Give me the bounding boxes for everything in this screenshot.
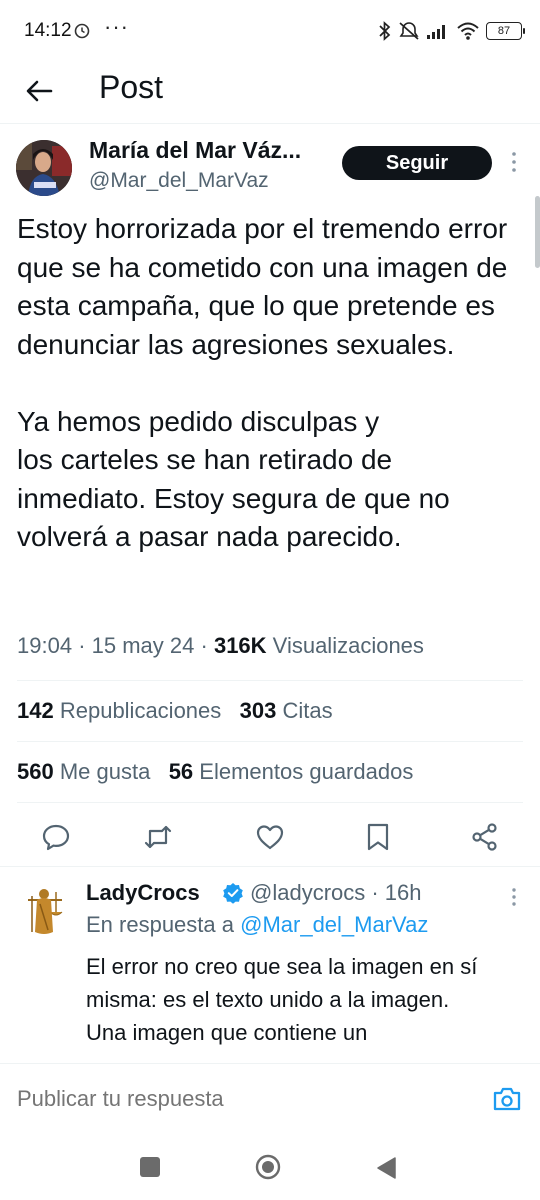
- views-label: Visualizaciones: [272, 633, 424, 658]
- post-text: Estoy horrorizada por el tremendo error …: [17, 213, 508, 552]
- camera-icon[interactable]: [492, 1086, 522, 1112]
- reposts-stat[interactable]: 142 Republicaciones: [17, 698, 221, 723]
- meta-separator: ·: [200, 633, 214, 658]
- meta-divider: [17, 680, 523, 681]
- reply-more-options-icon[interactable]: [508, 886, 520, 908]
- repost-icon[interactable]: [143, 822, 173, 852]
- bookmarks-label: Elementos guardados: [199, 759, 414, 784]
- more-options-icon[interactable]: [508, 150, 520, 174]
- post-actions: [0, 810, 540, 862]
- quotes-stat[interactable]: 303 Citas: [240, 698, 333, 723]
- reply-input[interactable]: [17, 1086, 457, 1112]
- stats-likes-bookmarks: 560 Me gusta 56 Elementos guardados: [17, 759, 413, 785]
- bookmarks-count: 56: [168, 759, 194, 784]
- share-icon[interactable]: [470, 822, 500, 852]
- quotes-count: 303: [239, 698, 277, 723]
- reply-context: En respuesta a @Mar_del_MarVaz: [86, 912, 428, 938]
- top-bar: Post: [0, 60, 540, 122]
- scroll-indicator[interactable]: [535, 196, 540, 268]
- status-icons: 87: [378, 18, 525, 44]
- home-button[interactable]: [255, 1154, 281, 1180]
- follow-button[interactable]: Seguir: [342, 146, 492, 180]
- bookmark-icon[interactable]: [363, 822, 393, 852]
- verified-badge-icon: [223, 883, 243, 904]
- author-name[interactable]: María del Mar Váz...: [89, 137, 301, 164]
- reply-author-handle[interactable]: @ladycrocs · 16h: [250, 880, 422, 906]
- reply-target-link[interactable]: @Mar_del_MarVaz: [240, 912, 428, 937]
- likes-count: 560: [17, 759, 54, 784]
- post-date: 15 may 24: [91, 633, 195, 658]
- bluetooth-icon: [379, 21, 391, 41]
- reply-author-name[interactable]: LadyCrocs: [86, 880, 200, 906]
- like-icon[interactable]: [255, 822, 285, 852]
- back-button[interactable]: [20, 72, 58, 110]
- reposts-label: Republicaciones: [59, 698, 222, 723]
- system-back-button[interactable]: [375, 1156, 397, 1180]
- post-author: María del Mar Váz... @Mar_del_MarVaz Seg…: [0, 132, 540, 202]
- header-divider: [0, 123, 540, 124]
- avatar[interactable]: [16, 140, 72, 196]
- likes-label: Me gusta: [59, 759, 151, 784]
- bookmarks-stat[interactable]: 56 Elementos guardados: [169, 759, 414, 784]
- views-count: 316K: [213, 633, 267, 658]
- battery-icon: 87: [486, 22, 525, 40]
- system-nav-bar: [0, 1136, 540, 1200]
- likes-stat[interactable]: 560 Me gusta: [17, 759, 150, 784]
- author-handle[interactable]: @Mar_del_MarVaz: [89, 169, 269, 193]
- avatar-image: [16, 140, 72, 196]
- recents-button[interactable]: [140, 1157, 160, 1177]
- post-meta: 19:04 · 15 may 24 · 316K Visualizaciones: [17, 633, 424, 659]
- actions-divider: [0, 866, 540, 867]
- quotes-label: Citas: [282, 698, 333, 723]
- lady-justice-avatar[interactable]: [20, 882, 70, 938]
- notification-dots: ···: [104, 14, 129, 39]
- meta-separator: ·: [78, 633, 92, 658]
- alarm-icon: [74, 23, 90, 39]
- status-bar: 14:12 ··· 87: [0, 0, 540, 60]
- reply-icon[interactable]: [41, 822, 71, 852]
- reply-prefix: En respuesta a: [86, 912, 241, 937]
- stats-divider: [17, 741, 523, 742]
- status-time: 14:12: [24, 20, 72, 41]
- wifi-icon: [457, 22, 479, 40]
- signal-icon: [427, 25, 445, 39]
- stats-reposts-quotes: 142 Republicaciones 303 Citas: [17, 698, 333, 724]
- mute-icon: [399, 22, 419, 40]
- post-time: 19:04: [17, 633, 73, 658]
- page-title: Post: [99, 69, 164, 105]
- reply-item[interactable]: LadyCrocs @ladycrocs · 16h En respuesta …: [0, 870, 540, 1060]
- stats-divider-2: [17, 802, 523, 803]
- reposts-count: 142: [17, 698, 54, 723]
- arrow-left-icon: [26, 80, 53, 102]
- reply-text: El error no creo que sea la imagen en sí…: [86, 954, 478, 1045]
- reply-composer: [0, 1063, 540, 1129]
